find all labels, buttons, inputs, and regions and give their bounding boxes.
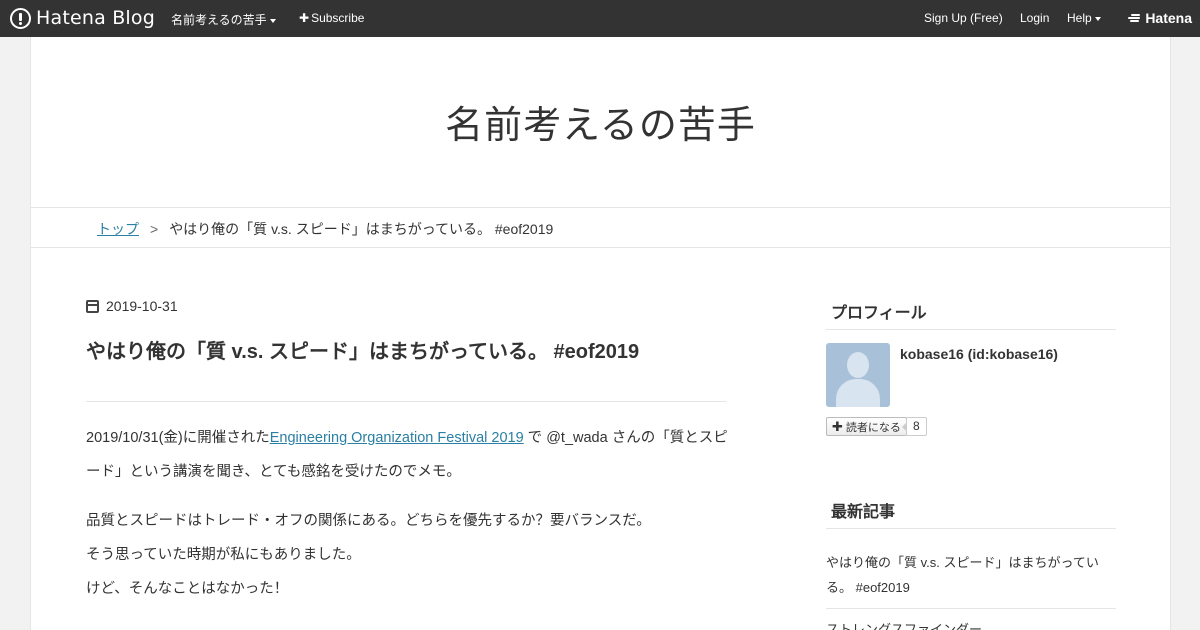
article-paragraph-2: 品質とスピードはトレード・オフの関係にある。どちらを優先するか？要バランスだ。 … [86,504,731,606]
hatena-mark-icon [1128,13,1141,23]
subscriber-count: 8 [902,417,927,436]
p2-line-1: 品質とスピードはトレード・オフの関係にある。どちらを優先するか？要バランスだ。 [86,513,651,529]
subscribe-label: Subscribe [311,11,365,25]
calendar-icon [86,299,99,313]
subscribe-button-label: 読者になる [845,421,901,434]
article-paragraph-1: 2019/10/31(金)に開催されたEngineering Organizat… [86,421,731,489]
plus-icon: ✚ [832,418,843,434]
help-dropdown[interactable]: Help [1067,11,1101,25]
article-date-text: 2019-10-31 [106,298,178,314]
breadcrumb-current: やはり俺の「質 v.s. スピード」はまちがっている。 #eof2019 [169,221,554,237]
caret-down-icon [1094,16,1101,21]
global-header: Hatena Blog 名前考えるの苦手 ✚ Subscribe Sign Up … [0,0,1200,37]
subscribe-button[interactable]: ✚ 読者になる [826,417,907,436]
signup-link[interactable]: Sign Up (Free) [924,11,1003,25]
hatena-brand-label: Hatena [1145,10,1192,26]
recent-divider [826,608,1116,609]
blog-menu-label: 名前考えるの苦手 [171,13,267,27]
blog-title[interactable]: 名前考えるの苦手 [31,94,1170,149]
recent-entry-link[interactable]: やはり俺の「質 v.s. スピード」はまちがっている。 #eof2019 [826,550,1116,600]
logo-text: Hatena Blog [36,7,155,29]
hatena-blog-logo-icon [10,7,31,29]
article-date[interactable]: 2019-10-31 [86,298,178,314]
breadcrumb-separator: > [150,221,159,237]
profile-heading: プロフィール [826,299,1116,330]
p1-text-before: 2019/10/31(金)に開催された [86,430,270,446]
breadcrumb-home-link[interactable]: トップ [97,221,139,237]
hatena-blog-logo[interactable]: Hatena Blog [10,7,155,29]
eof2019-link[interactable]: Engineering Organization Festival 2019 [270,430,524,446]
help-label: Help [1067,11,1092,25]
avatar[interactable] [826,343,890,407]
title-divider [86,401,726,402]
breadcrumb-bar: トップ > やはり俺の「質 v.s. スピード」はまちがっている。 #eof2019 [31,207,1170,248]
p2-line-3: けど、そんなことはなかった！ [86,581,289,597]
p2-line-2: そう思っていた時期が私にもありました。 [86,547,361,563]
recent-heading: 最新記事 [826,498,1116,529]
breadcrumb: トップ > やはり俺の「質 v.s. スピード」はまちがっている。 #eof2019 [97,219,553,239]
recent-entry-link[interactable]: ストレングスファインダー [826,617,1116,630]
main-container: 名前考えるの苦手 トップ > やはり俺の「質 v.s. スピード」はまちがっている。… [30,37,1171,630]
hatena-brand-link[interactable]: Hatena [1128,10,1192,26]
subscribe-link[interactable]: ✚ Subscribe [299,11,364,25]
caret-down-icon [269,18,276,23]
blog-menu-dropdown[interactable]: 名前考えるの苦手 [171,11,276,28]
profile-name-link[interactable]: kobase16 (id:kobase16) [900,346,1058,362]
plus-icon: ✚ [299,11,310,25]
article-title[interactable]: やはり俺の「質 v.s. スピード」はまちがっている。 #eof2019 [86,335,726,364]
login-link[interactable]: Login [1020,11,1049,25]
